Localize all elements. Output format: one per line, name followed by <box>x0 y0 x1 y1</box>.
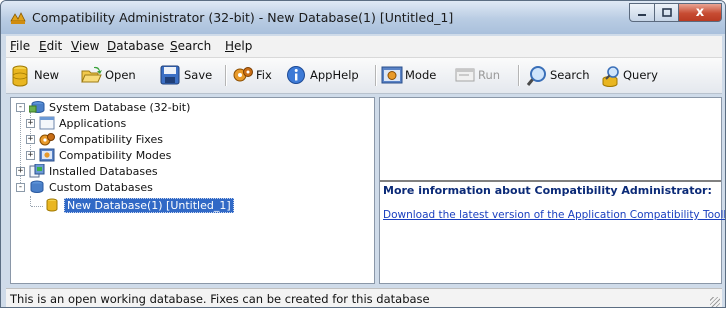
tree-label-compatibility-modes: Compatibility Modes <box>59 148 172 162</box>
tree-connector <box>30 196 31 206</box>
menu-search-key: S <box>170 39 178 53</box>
run-button[interactable]: Run <box>454 64 500 86</box>
menu-view[interactable]: View <box>71 39 99 53</box>
expand-toggle[interactable]: + <box>26 134 35 144</box>
tree-label-applications: Applications <box>59 116 127 130</box>
run-label: Run <box>478 68 501 82</box>
info-heading: More information about Compatibility Adm… <box>383 184 712 197</box>
database-icon <box>10 65 30 87</box>
compatibility-modes-icon <box>39 148 55 162</box>
title-bar[interactable]: Compatibility Administrator (32-bit) - N… <box>1 1 725 34</box>
minimize-button[interactable] <box>629 3 655 22</box>
new-label: New <box>34 68 60 82</box>
expand-toggle[interactable]: + <box>26 118 35 128</box>
collapse-toggle[interactable]: - <box>16 182 25 192</box>
tree-label-system-database: System Database (32-bit) <box>49 100 191 114</box>
search-label: Search <box>550 68 590 82</box>
collapse-toggle[interactable]: - <box>16 102 25 112</box>
menu-database[interactable]: Database <box>107 39 164 53</box>
applications-icon <box>39 116 55 130</box>
magnifier-icon <box>526 65 546 86</box>
installed-databases-icon <box>29 163 45 178</box>
window-title: Compatibility Administrator (32-bit) - N… <box>32 10 454 25</box>
tree-label-custom-databases: Custom Databases <box>49 180 153 194</box>
run-icon <box>454 65 475 85</box>
close-icon: x <box>695 5 705 20</box>
open-label: Open <box>105 68 136 82</box>
query-label: Query <box>623 68 658 82</box>
menu-help-rest: elp <box>234 39 253 53</box>
status-text: This is an open working database. Fixes … <box>10 292 430 306</box>
mode-icon <box>381 65 403 85</box>
tree-node-compatibility-fixes[interactable]: + Compatibility Fixes <box>26 131 163 147</box>
tree-node-system-database[interactable]: - System Database (32-bit) <box>16 99 190 115</box>
tree-label-new-database: New Database(1) [Untitled_1] <box>64 197 234 213</box>
menu-view-rest: iew <box>78 39 100 53</box>
menu-edit-rest: dit <box>46 39 63 53</box>
menu-edit-key: E <box>39 39 47 53</box>
close-button[interactable]: x <box>678 3 722 22</box>
save-button[interactable]: Save <box>160 64 212 86</box>
app-icon <box>10 10 26 24</box>
info-icon <box>286 65 306 85</box>
tree-node-custom-databases[interactable]: - Custom Databases <box>16 179 153 195</box>
tree-node-applications[interactable]: + Applications <box>26 115 126 131</box>
menu-search[interactable]: Search <box>170 39 211 53</box>
details-top-panel <box>380 98 721 182</box>
custom-databases-icon <box>29 180 45 194</box>
menu-database-key: D <box>107 39 117 53</box>
new-button[interactable]: New <box>10 64 60 87</box>
menu-view-key: V <box>71 39 79 53</box>
menu-help[interactable]: Help <box>225 39 252 53</box>
search-button[interactable]: Search <box>526 64 590 86</box>
menu-file[interactable]: File <box>10 39 30 53</box>
query-button[interactable]: Query <box>599 64 658 87</box>
floppy-disk-icon <box>160 65 180 85</box>
menu-search-rest: earch <box>177 39 212 53</box>
status-bar: This is an open working database. Fixes … <box>6 288 722 307</box>
tree-node-compatibility-modes[interactable]: + Compatibility Modes <box>26 147 171 163</box>
toolbar: New Open Save Fix AppHelp Mode Run Searc… <box>6 58 722 94</box>
fix-label: Fix <box>256 68 272 82</box>
fix-gears-icon <box>232 65 253 85</box>
database-icon <box>44 198 60 212</box>
tree-label-installed-databases: Installed Databases <box>49 164 158 178</box>
menu-help-key: H <box>225 39 235 53</box>
mode-label: Mode <box>405 68 437 82</box>
apphelp-label: AppHelp <box>310 68 359 82</box>
toolbar-separator <box>375 65 377 86</box>
open-button[interactable]: Open <box>81 64 136 86</box>
toolbar-separator <box>518 65 520 86</box>
save-label: Save <box>184 68 213 82</box>
system-database-icon <box>28 100 45 114</box>
mode-button[interactable]: Mode <box>381 64 436 86</box>
fix-button[interactable]: Fix <box>232 64 272 86</box>
tree-label-compatibility-fixes: Compatibility Fixes <box>59 132 163 146</box>
menu-edit[interactable]: Edit <box>39 39 62 53</box>
open-folder-icon <box>81 65 102 85</box>
details-pane: More information about Compatibility Adm… <box>379 97 725 284</box>
compatibility-fixes-icon <box>39 132 55 146</box>
expand-toggle[interactable]: + <box>26 150 35 160</box>
tree-node-new-database[interactable]: New Database(1) [Untitled_1] <box>44 197 234 213</box>
resize-grip-icon[interactable] <box>710 297 720 307</box>
menu-database-rest: atabase <box>116 39 165 53</box>
toolbar-separator <box>225 65 227 86</box>
query-icon <box>599 65 619 87</box>
app-window: Compatibility Administrator (32-bit) - N… <box>0 0 726 308</box>
apphelp-button[interactable]: AppHelp <box>286 64 359 86</box>
menu-bar: File Edit View Database Search Help <box>6 36 722 58</box>
download-toolkit-link[interactable]: Download the latest version of the Appli… <box>383 209 725 221</box>
tree-connector <box>31 206 43 207</box>
expand-toggle[interactable]: + <box>16 166 25 176</box>
database-tree[interactable]: - System Database (32-bit) + Application… <box>10 97 375 284</box>
tree-node-installed-databases[interactable]: + Installed Databases <box>16 163 158 179</box>
maximize-button[interactable] <box>654 3 679 22</box>
menu-file-rest: ile <box>16 39 31 53</box>
